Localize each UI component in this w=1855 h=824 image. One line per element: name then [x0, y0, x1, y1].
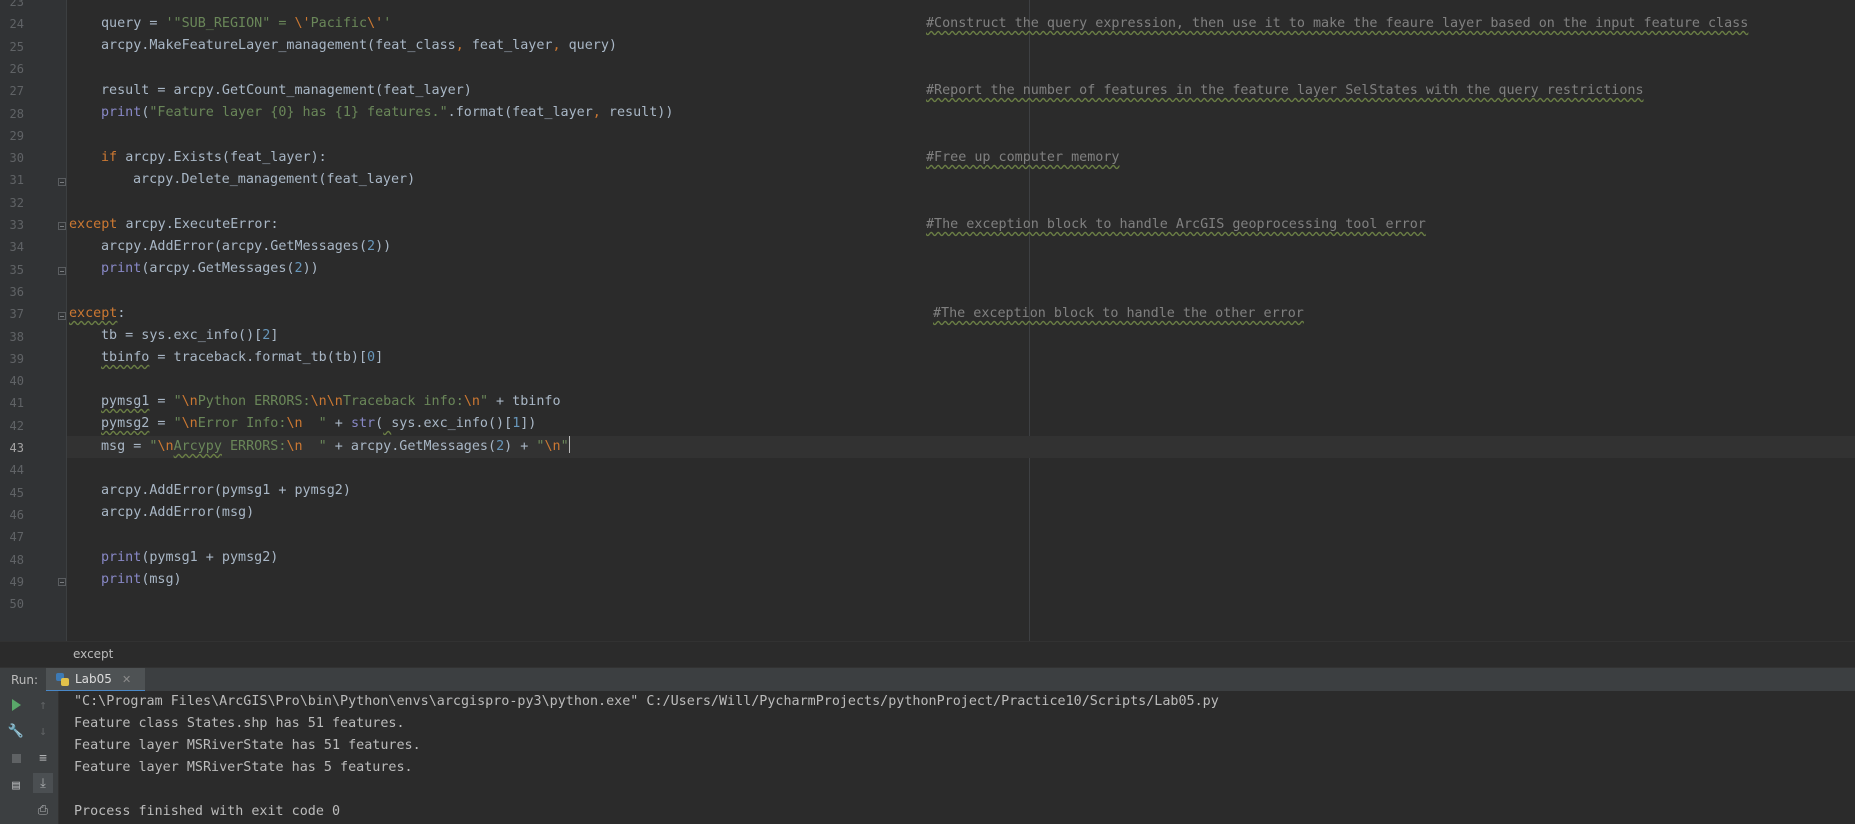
scroll-to-end-button[interactable]: ⤓ [33, 773, 53, 793]
line-number: 23 [9, 0, 24, 9]
comment: #Construct the query expression, then us… [926, 16, 1749, 31]
fold-marker-icon[interactable] [58, 312, 66, 320]
layout-icon: ▤ [12, 777, 20, 793]
line-number: 26 [9, 61, 24, 76]
line-number-gutter: 23 24 25 26 27 28 29 30 31 32 33 34 35 36 37 38 39 40 41 42… [0, 0, 67, 641]
code-line-49[interactable]: print(msg) [67, 569, 1855, 591]
scroll-up-button[interactable]: ↑ [33, 695, 53, 715]
line-number: 34 [9, 240, 24, 255]
line-number: 39 [9, 351, 24, 366]
line-number: 35 [9, 262, 24, 277]
run-tool-window-header: Run: Lab05 ✕ [0, 667, 1855, 692]
line-number: 32 [9, 195, 24, 210]
code-line-45[interactable]: arcpy.AddError(pymsg1 + pymsg2) [67, 480, 1855, 502]
scroll-to-end-icon: ⤓ [40, 775, 46, 791]
line-number: 46 [9, 507, 24, 522]
code-line-34[interactable]: arcpy.AddError(arcpy.GetMessages(2)) [67, 236, 1855, 258]
line-number: 42 [9, 418, 24, 433]
close-icon[interactable]: ✕ [122, 673, 131, 686]
soft-wrap-icon: ≡ [39, 750, 47, 766]
code-editor[interactable]: 23 24 25 26 27 28 29 30 31 32 33 34 35 36 37 38 39 40 41 42… [0, 0, 1855, 641]
fold-marker-icon[interactable] [58, 178, 66, 186]
code-line-39[interactable]: tbinfo = traceback.format_tb(tb)[0] [67, 347, 1855, 369]
console-line: Process finished with exit code 0 [74, 804, 341, 819]
print-button[interactable]: ⎙ [33, 800, 53, 820]
arrow-up-icon: ↑ [39, 697, 47, 713]
breadcrumb[interactable]: except [0, 641, 1855, 668]
code-line-24[interactable]: query = '"SUB_REGION" = \'Pacific\'' #Co… [67, 13, 1855, 35]
line-number: 44 [9, 463, 24, 478]
stop-button[interactable] [6, 748, 26, 768]
line-number: 29 [9, 128, 24, 143]
stop-icon [11, 753, 21, 763]
code-line-41[interactable]: pymsg1 = "\nPython ERRORS:\n\nTraceback … [67, 391, 1855, 413]
line-number: 50 [9, 597, 24, 612]
run-toolbar: 🔧 ▤ [0, 691, 28, 824]
code-line-48[interactable]: print(pymsg1 + pymsg2) [67, 547, 1855, 569]
console-toolbar: ↑ ↓ ≡ ⤓ ⎙ [28, 691, 59, 824]
fold-marker-icon[interactable] [58, 578, 66, 586]
comment: #Free up computer memory [926, 150, 1120, 165]
wrench-icon: 🔧 [7, 723, 25, 739]
code-line-31[interactable]: arcpy.Delete_management(feat_layer) [67, 169, 1855, 191]
run-label: Run: [11, 673, 39, 687]
line-number: 31 [9, 173, 24, 188]
text-caret [568, 436, 570, 453]
breadcrumb-item[interactable]: except [73, 647, 113, 661]
rerun-button[interactable] [6, 695, 26, 715]
line-number: 47 [9, 530, 24, 545]
soft-wrap-button[interactable]: ≡ [33, 748, 53, 768]
console-line: "C:\Program Files\ArcGIS\Pro\bin\Python\… [74, 694, 1219, 709]
code-line-27[interactable]: result = arcpy.GetCount_management(feat_… [67, 80, 1855, 102]
edit-configuration-button[interactable]: 🔧 [6, 721, 26, 741]
code-line-38[interactable]: tb = sys.exc_info()[2] [67, 325, 1855, 347]
code-line-43-current[interactable]: msg = "\nArcypy ERRORS:\n " + arcpy.GetM… [67, 436, 1855, 458]
line-number: 48 [9, 552, 24, 567]
line-number: 49 [9, 574, 24, 589]
printer-icon: ⎙ [37, 802, 49, 818]
line-number: 38 [9, 329, 24, 344]
line-number: 40 [9, 374, 24, 389]
line-number: 41 [9, 396, 24, 411]
python-icon [56, 672, 69, 686]
code-line-42[interactable]: pymsg2 = "\nError Info:\n " + str( sys.e… [67, 413, 1855, 435]
line-number: 30 [9, 151, 24, 166]
line-number: 24 [9, 17, 24, 32]
console-line: Feature layer MSRiverState has 5 feature… [74, 760, 413, 775]
code-line-35[interactable]: print(arcpy.GetMessages(2)) [67, 258, 1855, 280]
fold-marker-icon[interactable] [58, 222, 66, 230]
code-line-46[interactable]: arcpy.AddError(msg) [67, 502, 1855, 524]
code-line-30[interactable]: if arcpy.Exists(feat_layer): #Free up co… [67, 147, 1855, 169]
line-number: 43 [9, 441, 24, 455]
code-line-33[interactable]: except arcpy.ExecuteError: #The exceptio… [67, 214, 1855, 236]
console-line: Feature layer MSRiverState has 51 featur… [74, 738, 421, 753]
fold-marker-icon[interactable] [58, 267, 66, 275]
line-number: 25 [9, 39, 24, 54]
run-tab-lab05[interactable]: Lab05 ✕ [46, 668, 146, 692]
comment: #The exception block to handle the other… [933, 306, 1304, 321]
line-number: 36 [9, 284, 24, 299]
run-console[interactable]: 🔧 ▤ ↑ ↓ ≡ ⤓ ⎙ "C:\Program Files\ArcGIS\P… [0, 691, 1855, 824]
run-tab-label: Lab05 [75, 672, 112, 686]
arrow-down-icon: ↓ [39, 723, 47, 739]
layout-button[interactable]: ▤ [6, 775, 26, 795]
line-number: 45 [9, 485, 24, 500]
code-line-25[interactable]: arcpy.MakeFeatureLayer_management(feat_c… [67, 35, 1855, 57]
console-line: Feature class States.shp has 51 features… [74, 716, 405, 731]
line-number: 27 [9, 84, 24, 99]
code-line-37[interactable]: except: #The exception block to handle t… [67, 303, 1855, 325]
code-line-28[interactable]: print("Feature layer {0} has {1} feature… [67, 102, 1855, 124]
play-icon [11, 699, 21, 711]
line-number: 28 [9, 106, 24, 121]
line-number: 33 [9, 218, 24, 232]
comment: #Report the number of features in the fe… [926, 83, 1644, 98]
line-number: 37 [9, 307, 24, 322]
comment: #The exception block to handle ArcGIS ge… [926, 217, 1426, 232]
scroll-down-button[interactable]: ↓ [33, 721, 53, 741]
